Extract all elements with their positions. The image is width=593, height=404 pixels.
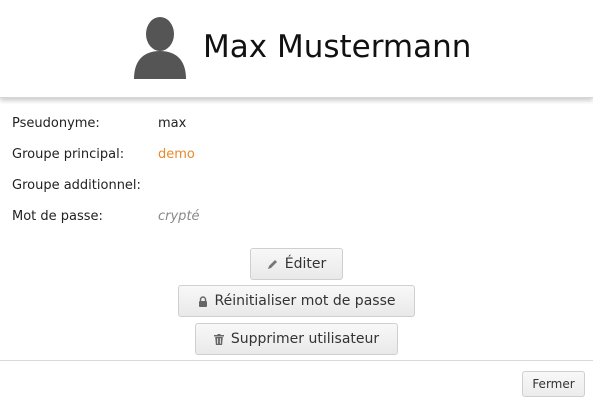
additional-group-label: Groupe additionnel: [12,178,141,193]
lock-icon [198,295,207,307]
footer-divider [0,360,593,361]
reset-password-label: Réinitialiser mot de passe [214,293,396,309]
dialog-header: Max Mustermann [0,0,593,98]
reset-password-button[interactable]: Réinitialiser mot de passe [178,285,415,317]
edit-button[interactable]: Éditer [250,248,343,280]
password-value: crypté [158,209,200,224]
username-value: max [158,116,187,131]
detail-row-password: Mot de passe: crypté [12,206,572,237]
username-label: Pseudonyme: [12,116,100,131]
user-details: Pseudonyme: max Groupe principal: demo G… [12,113,572,237]
primary-group-link[interactable]: demo [158,144,195,165]
password-label: Mot de passe: [12,209,103,224]
close-button[interactable]: Fermer [522,371,585,397]
user-detail-dialog: Max Mustermann Pseudonyme: max Groupe pr… [0,0,593,404]
detail-row-primary-group: Groupe principal: demo [12,144,572,175]
pencil-icon [267,259,277,269]
close-button-label: Fermer [532,377,575,391]
trash-icon [213,333,224,345]
detail-row-additional-group: Groupe additionnel: [12,175,572,206]
delete-user-label: Supprimer utilisateur [230,331,380,347]
delete-user-button[interactable]: Supprimer utilisateur [195,323,398,355]
edit-button-label: Éditer [284,256,327,272]
detail-row-username: Pseudonyme: max [12,113,572,144]
primary-group-label: Groupe principal: [12,147,125,162]
user-name-title: Max Mustermann [203,29,472,65]
avatar-icon [131,15,189,79]
